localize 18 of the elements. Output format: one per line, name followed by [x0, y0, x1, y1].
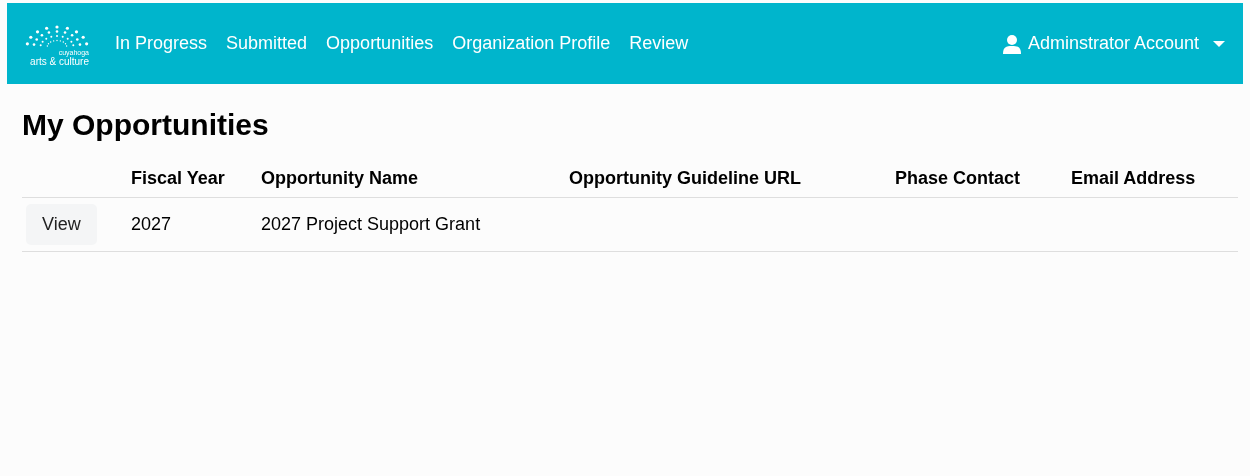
- column-header: Fiscal Year: [131, 168, 225, 188]
- logo-text: arts & culture: [30, 55, 89, 67]
- nav-link[interactable]: Opportunities: [326, 33, 434, 54]
- account-menu[interactable]: Adminstrator Account: [1001, 33, 1225, 54]
- view-button[interactable]: View: [26, 204, 97, 245]
- caret-icon: [1213, 39, 1225, 48]
- nav-link[interactable]: Submitted: [226, 33, 308, 54]
- nav-link[interactable]: Organization Profile: [452, 33, 611, 54]
- nav-link[interactable]: Review: [629, 33, 689, 54]
- table-cell: 2027: [131, 214, 172, 234]
- page-title: My Opportunities: [22, 108, 270, 142]
- column-header: Email Address: [1071, 168, 1196, 188]
- column-header: Opportunity Name: [261, 168, 418, 188]
- table-cell: 2027 Project Support Grant: [261, 214, 481, 234]
- column-header: Opportunity Guideline URL: [569, 168, 801, 188]
- user-icon: [1001, 33, 1022, 54]
- nav-link[interactable]: In Progress: [115, 33, 208, 54]
- column-header: Phase Contact: [895, 168, 1021, 188]
